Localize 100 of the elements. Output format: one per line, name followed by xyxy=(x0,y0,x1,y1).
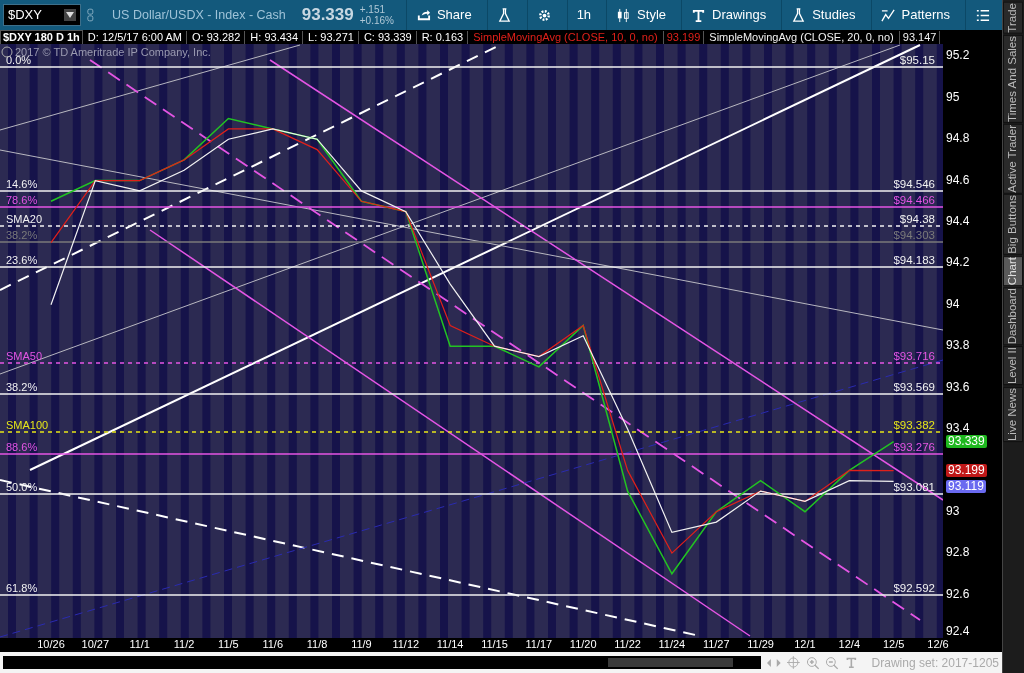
level-price-label: $94.38 xyxy=(899,213,935,225)
date-axis-label: 11/29 xyxy=(747,638,774,651)
level-price-label: $93.716 xyxy=(893,350,935,362)
info-icon[interactable] xyxy=(1,46,13,58)
date-axis-label: 11/27 xyxy=(702,638,730,651)
ohlc-field: C: 93.339 xyxy=(363,30,417,44)
level-label: 88.6% xyxy=(6,441,38,453)
pattern-icon xyxy=(880,7,896,23)
date-axis-label: 11/22 xyxy=(614,638,641,651)
dropdown-caret-icon xyxy=(64,9,77,21)
horizontal-scrollbar[interactable] xyxy=(3,656,762,669)
price-change-percent: +0.16% xyxy=(359,15,394,26)
date-axis-label: 11/24 xyxy=(658,638,686,651)
symbol-field[interactable]: $DXY xyxy=(3,4,82,26)
study-value: 93.199 xyxy=(662,30,705,44)
date-axis-label: 11/15 xyxy=(481,638,508,651)
axis-tick-label: 94.4 xyxy=(946,215,970,227)
date-axis-label: 10/27 xyxy=(81,638,110,651)
date-axis-label: 12/5 xyxy=(882,638,905,651)
level-label: 61.8% xyxy=(6,582,38,594)
axis-tick-label: 92.6 xyxy=(946,587,970,600)
price-level-line[interactable]: 23.6% $94.183 xyxy=(0,254,943,268)
text-tool-icon[interactable] xyxy=(844,656,858,669)
ohlc-field: D: 12/5/17 6:00 AM xyxy=(87,30,187,44)
level-price-label: $93.569 xyxy=(893,381,935,393)
crosshair-icon[interactable] xyxy=(786,656,800,669)
level-price-label: $93.382 xyxy=(893,419,935,431)
price-level-line[interactable]: 38.2% $93.569 xyxy=(0,381,943,395)
level-price-label: $94.546 xyxy=(893,178,935,190)
scrollbar-thumb[interactable] xyxy=(608,658,733,667)
price-level-line[interactable]: 61.8% $92.592 xyxy=(0,582,943,596)
date-axis-label: 11/17 xyxy=(525,638,553,651)
study-name: SimpleMovingAvg (CLOSE, 20, 0, no) xyxy=(709,30,894,44)
level-price-label: $94.183 xyxy=(893,254,935,266)
settings-icon xyxy=(536,7,552,23)
date-axis-label: 11/9 xyxy=(351,638,372,651)
level-price-label: $92.592 xyxy=(893,582,935,594)
price-level-line[interactable]: SMA20 $94.38 xyxy=(0,213,943,227)
level-price-label: $94.466 xyxy=(893,194,935,206)
axis-tick-label: 93.8 xyxy=(946,339,970,352)
axis-tick-label: 92.8 xyxy=(946,546,970,559)
date-axis-label: 12/4 xyxy=(838,638,860,651)
price-level-line[interactable]: SMA50 $93.716 xyxy=(0,350,943,364)
date-axis-label: 11/20 xyxy=(569,638,597,651)
price-tag: 93.119 xyxy=(946,480,986,493)
axis-tick-label: 92.4 xyxy=(946,625,970,637)
price-tag: 93.339 xyxy=(946,435,987,448)
menu-icon xyxy=(975,7,990,23)
price-tag: 93.199 xyxy=(946,464,987,477)
level-label: 38.2% xyxy=(6,381,38,393)
date-axis-label: 11/1 xyxy=(129,638,150,651)
level-label: SMA50 xyxy=(6,350,43,362)
price-level-line[interactable]: 38.2% $94.303 xyxy=(0,229,943,243)
axis-tick-label: 94.2 xyxy=(946,256,970,269)
price-level-line[interactable]: SMA100 $93.382 xyxy=(0,419,943,433)
level-label: SMA20 xyxy=(6,213,43,225)
price-level-line[interactable]: 14.6% $94.546 xyxy=(0,178,943,192)
last-price: 93.339 xyxy=(301,4,354,27)
zoom-out-icon[interactable] xyxy=(825,655,839,670)
date-axis-label: 11/12 xyxy=(392,638,420,651)
level-label: 78.6% xyxy=(6,194,38,206)
price-level-line[interactable]: 88.6% $93.276 xyxy=(0,441,943,455)
ohlc-field: R: 0.163 xyxy=(421,30,469,44)
link-icon[interactable] xyxy=(87,7,95,23)
axis-tick-label: 94.6 xyxy=(946,173,970,186)
level-label: 38.2% xyxy=(6,229,38,241)
date-axis-label: 11/2 xyxy=(173,638,195,651)
sidebar-tab[interactable]: Big Buttons xyxy=(1003,194,1023,256)
price-level-line[interactable]: 78.6% $94.466 xyxy=(0,194,943,208)
sidebar-tab[interactable]: Level II xyxy=(1003,346,1023,386)
flask-icon xyxy=(791,7,807,23)
level-label: 23.6% xyxy=(6,254,38,266)
axis-tick-label: 94 xyxy=(946,297,960,310)
date-axis-label: 11/6 xyxy=(262,638,284,651)
study-name: SimpleMovingAvg (CLOSE, 10, 0, no) xyxy=(473,30,658,44)
date-axis-label: 11/14 xyxy=(436,638,464,651)
ohlc-field: O: 93.282 xyxy=(192,30,246,44)
text-tool-icon xyxy=(691,7,706,23)
level-label: 50.0% xyxy=(6,481,38,493)
sidebar-tab[interactable]: Times And Sales xyxy=(1003,34,1023,123)
ohlc-field: H: 93.434 xyxy=(250,30,304,44)
sidebar-tab[interactable]: Live News xyxy=(1003,386,1023,442)
date-axis-label: 11/8 xyxy=(306,638,328,651)
axis-tick-label: 93.4 xyxy=(946,421,970,434)
axis-tick-label: 95 xyxy=(946,90,960,103)
sidebar-tab[interactable]: Chart xyxy=(1003,256,1023,287)
sidebar-tab[interactable]: Active Trader xyxy=(1003,123,1023,194)
share-icon xyxy=(415,7,431,23)
axis-tick-label: 93.6 xyxy=(946,380,970,393)
axis-tick-label: 93 xyxy=(946,504,960,517)
zoom-in-icon[interactable] xyxy=(805,655,820,670)
price-change: +.151 xyxy=(359,4,387,15)
axis-tick-label: 94.8 xyxy=(946,132,970,145)
axis-tick-label: 95.2 xyxy=(946,49,970,62)
symbol-text: $DXY xyxy=(8,6,42,25)
level-price-label: $93.276 xyxy=(893,441,935,453)
sidebar-tab[interactable]: Trade xyxy=(1003,2,1023,34)
candlestick-icon xyxy=(616,7,632,23)
date-axis-label: 11/5 xyxy=(218,638,239,651)
sidebar-tab[interactable]: Dashboard xyxy=(1003,287,1023,346)
